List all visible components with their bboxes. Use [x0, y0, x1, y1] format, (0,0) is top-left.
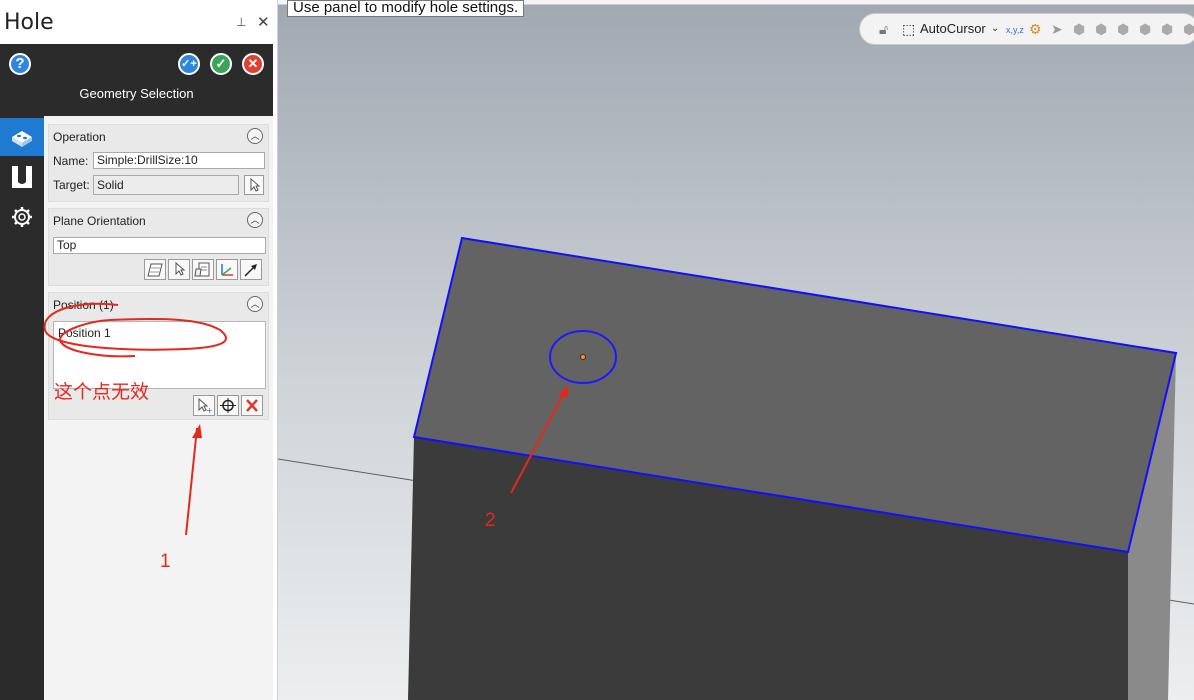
autocursor-icon[interactable]: ⬚: [902, 21, 915, 38]
annotation-label-2: 2: [485, 510, 496, 531]
view-cube-icon-3[interactable]: ⬢: [1117, 21, 1129, 38]
chevron-down-icon[interactable]: ⌄: [991, 23, 999, 34]
viewport-toolbar: 🔓︎ ⬚ AutoCursor ⌄ x,y,z ⚙ ➤ ⬢ ⬢ ⬢ ⬢ ⬢ ⬢: [859, 13, 1194, 45]
panel-annotation-overlay: [43, 302, 227, 536]
hole-center-point[interactable]: [580, 354, 586, 360]
view-cube-icon-5[interactable]: ⬢: [1161, 21, 1173, 38]
annotation-note: 这个点无效: [54, 382, 150, 403]
view-cube-icon-6[interactable]: ⬢: [1183, 21, 1194, 38]
lock-icon[interactable]: 🔓︎: [879, 21, 888, 38]
select-cursor-icon[interactable]: ➤: [1051, 21, 1063, 38]
view-cube-icon-2[interactable]: ⬢: [1095, 21, 1107, 38]
snap-settings-icon[interactable]: ⚙: [1029, 21, 1042, 38]
annotation-arrow-1-head: [192, 424, 202, 438]
3d-viewport[interactable]: 2 🔓︎ ⬚ AutoCursor ⌄ x,y,z ⚙ ➤ ⬢ ⬢ ⬢ ⬢ ⬢ …: [278, 0, 1194, 700]
xyz-coordinate-button[interactable]: x,y,z: [1006, 25, 1024, 35]
model-scene: [278, 236, 1194, 700]
annotation-arrow-1: [185, 427, 198, 536]
hole-tooltip: Use panel to modify hole settings.: [287, 0, 525, 17]
panel-content: Operation ︿ Name: Simple:DrillSize:10 Ta…: [43, 116, 273, 700]
view-cube-icon-4[interactable]: ⬢: [1139, 21, 1151, 38]
scribble-circle: [43, 302, 227, 358]
annotation-label-1: 1: [160, 551, 171, 572]
autocursor-dropdown[interactable]: AutoCursor: [920, 21, 986, 36]
view-cube-icon-1[interactable]: ⬢: [1073, 21, 1085, 38]
hole-panel: Hole ⊥ ✕ ? ✓+ ✓ ✕ Geometry Selection Ope…: [0, 0, 278, 700]
